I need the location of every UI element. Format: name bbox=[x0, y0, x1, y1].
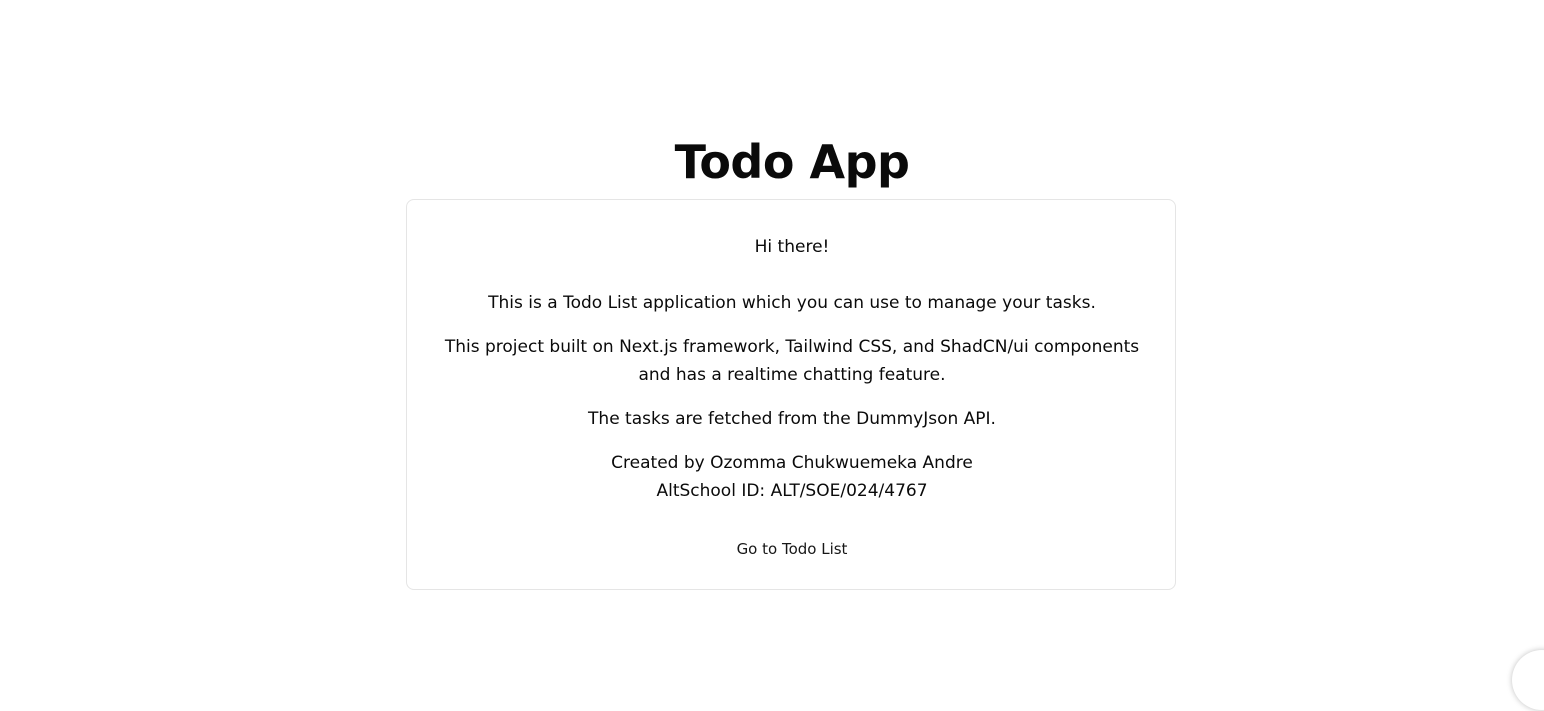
page-title: Todo App bbox=[674, 135, 910, 189]
author-credit: Created by Ozomma Chukwuemeka Andre bbox=[611, 453, 973, 473]
tech-stack-text: This project built on Next.js framework,… bbox=[444, 337, 1140, 385]
go-to-todo-list-button[interactable]: Go to Todo List bbox=[722, 534, 862, 564]
data-source-text: The tasks are fetched from the DummyJson… bbox=[588, 409, 996, 429]
author-id: AltSchool ID: ALT/SOE/024/4767 bbox=[656, 481, 928, 501]
floating-widget-button[interactable] bbox=[1512, 650, 1544, 710]
home-page: Todo App Hi there! This is a Todo List a… bbox=[0, 0, 1544, 711]
intro-text: This is a Todo List application which yo… bbox=[488, 293, 1096, 313]
greeting-text: Hi there! bbox=[754, 237, 830, 257]
intro-card: Hi there! This is a Todo List applicatio… bbox=[406, 199, 1176, 590]
